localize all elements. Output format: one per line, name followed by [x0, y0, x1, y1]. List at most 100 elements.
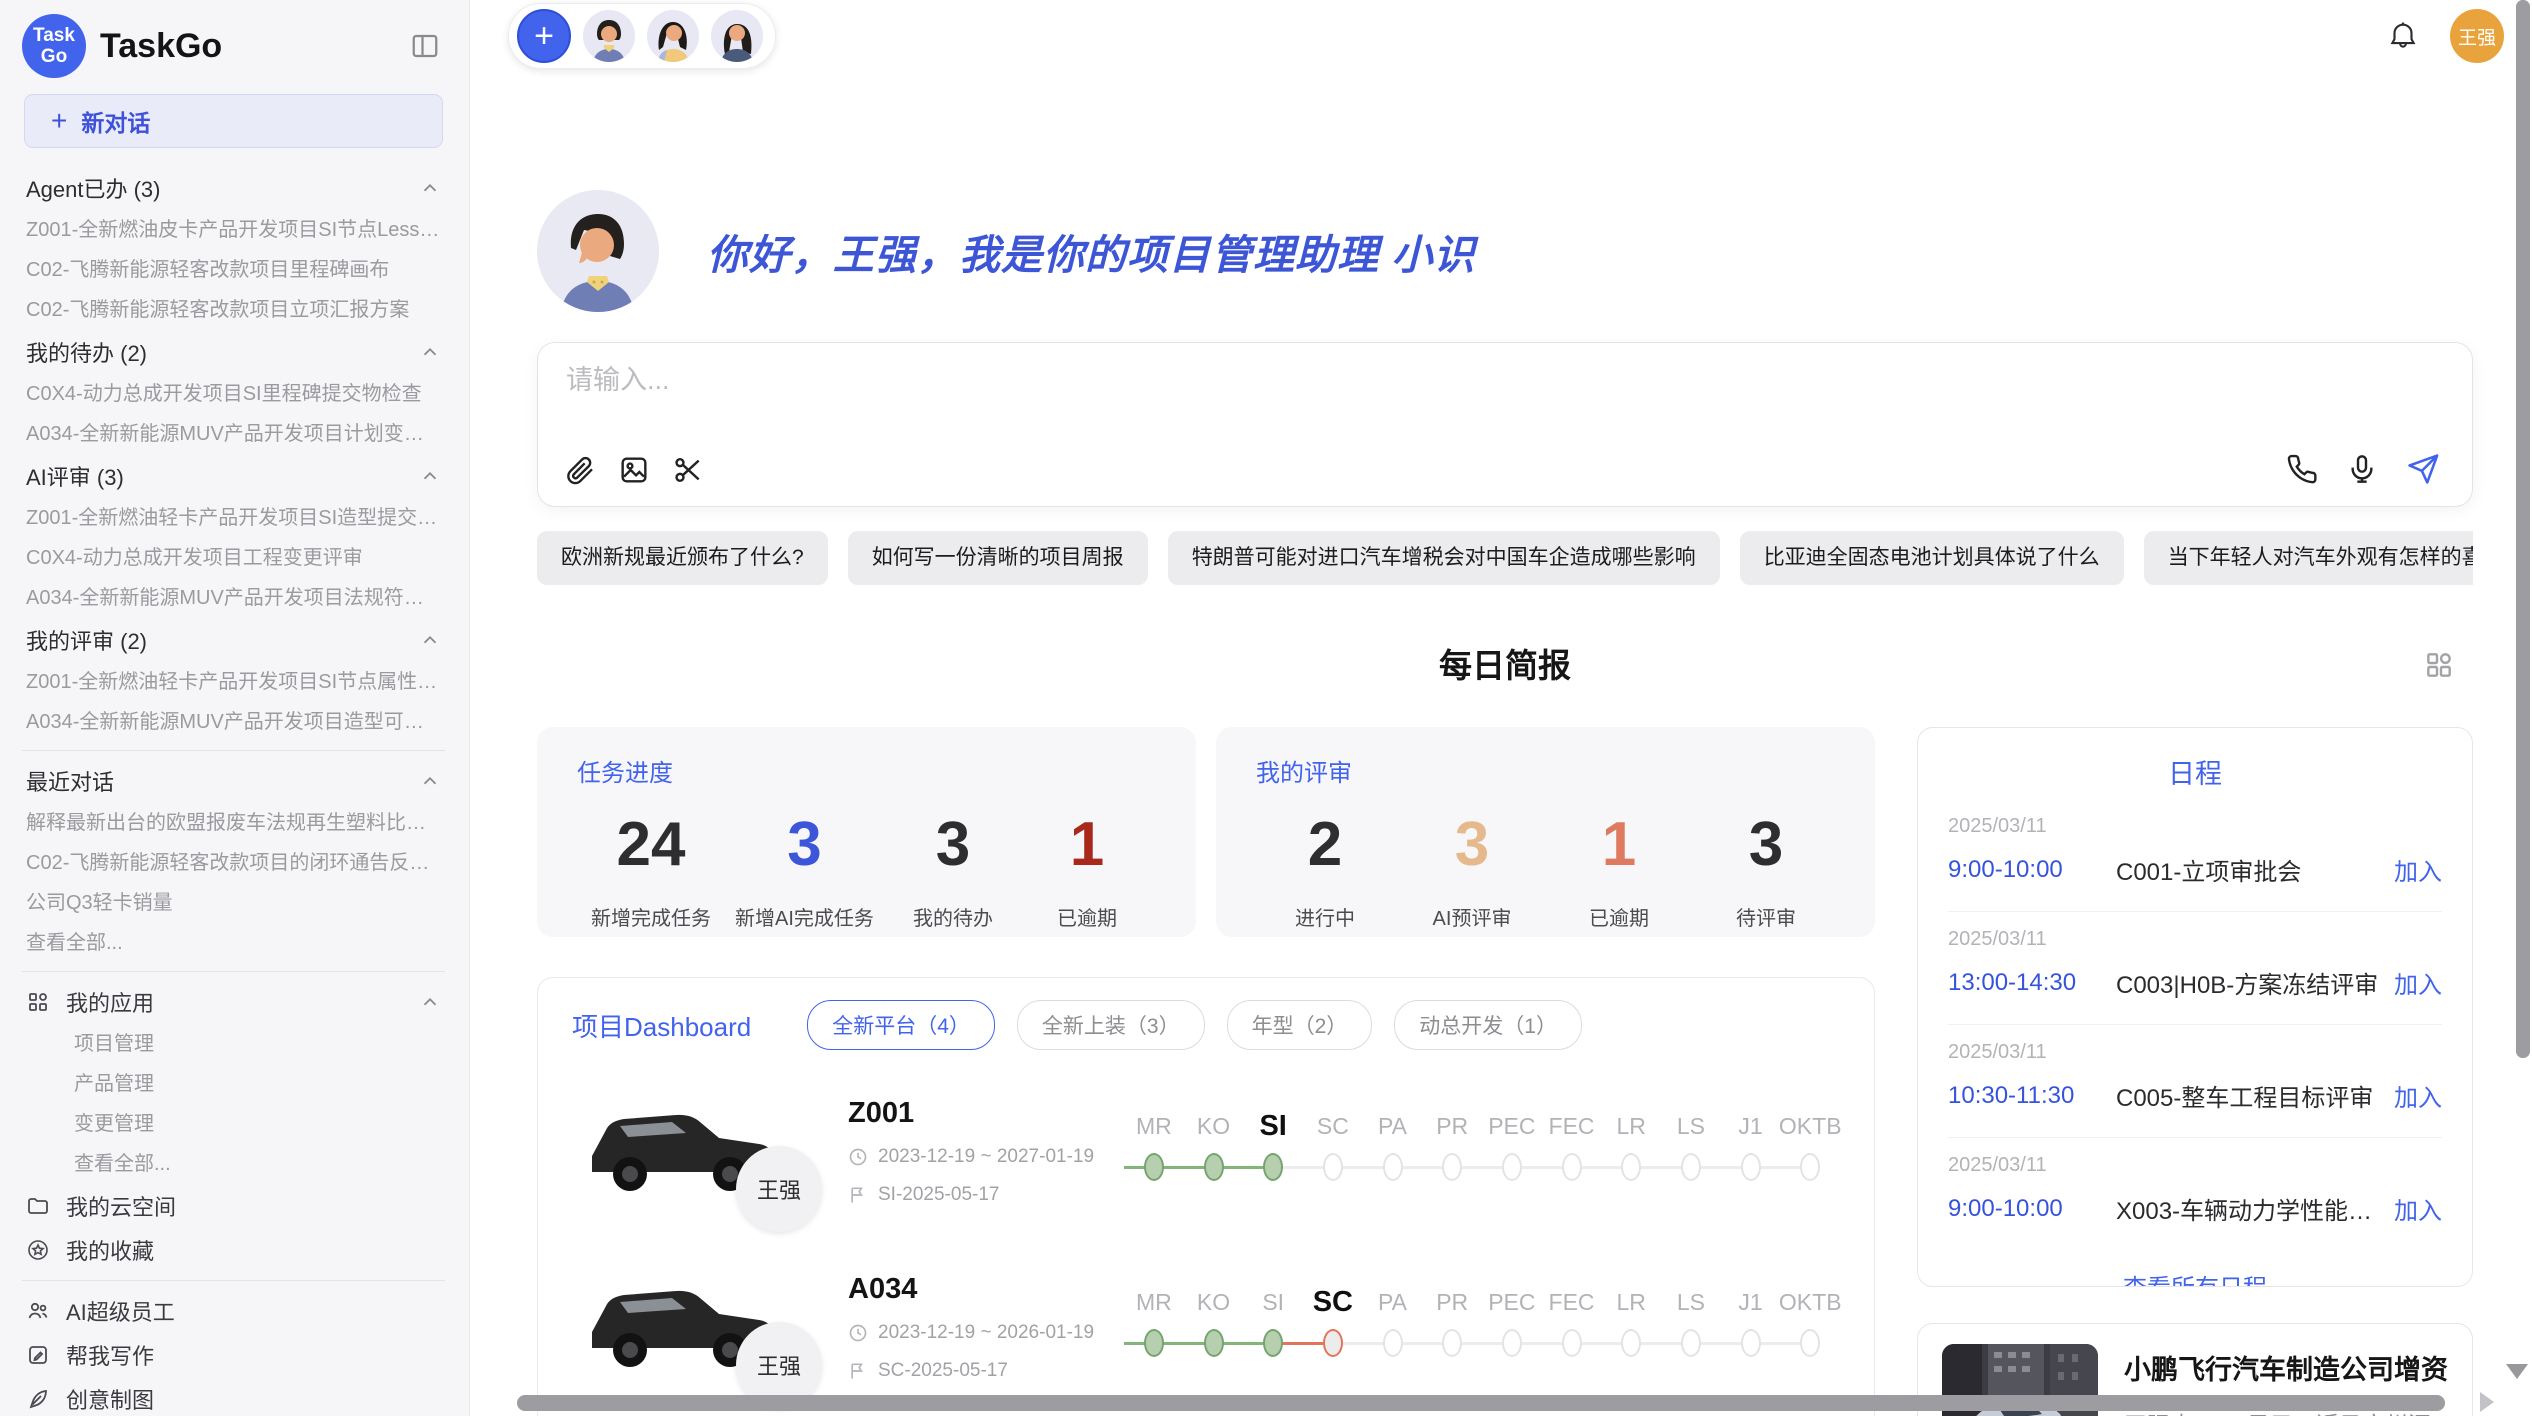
sidebar-item[interactable]: C0X4-动力总成开发项目工程变更评审 — [22, 538, 445, 578]
milestone-label: J1 — [1738, 1282, 1762, 1322]
horizontal-scrollbar-thumb[interactable] — [517, 1395, 2445, 1411]
recent-chats-view-all[interactable]: 查看全部... — [22, 923, 445, 963]
write-icon — [26, 1343, 50, 1367]
milestone-node — [1741, 1329, 1761, 1357]
sidebar-item[interactable]: A034-全新新能源MUV产品开发项目计划变更表编写 — [22, 414, 445, 454]
snippet-scissors-button[interactable] — [672, 454, 704, 486]
sidebar-collapse-button[interactable] — [405, 26, 445, 66]
suggestion-chip[interactable]: 当下年轻人对汽车外观有怎样的喜好趋势 — [2144, 531, 2473, 585]
sidebar-item[interactable]: A034-全新新能源MUV产品开发项目造型可行性评审 — [22, 702, 445, 742]
project-code: A034 — [848, 1273, 1116, 1306]
section-header-my-todo[interactable]: 我的待办 (2) — [22, 330, 445, 374]
tab-model-year[interactable]: 年型（2） — [1227, 1000, 1373, 1050]
layout-grid-button[interactable] — [2423, 649, 2455, 686]
schedule-event-title: C003|H0B-方案冻结评审 — [2116, 965, 2380, 1000]
sidebar-item[interactable]: Z001-全新燃油皮卡产品开发项目SI节点Lesson Learn报告 — [22, 210, 445, 250]
new-chat-label: 新对话 — [81, 104, 150, 138]
join-meeting-link[interactable]: 加入 — [2394, 965, 2442, 1000]
sidebar-item-my-apps[interactable]: 我的应用 — [22, 980, 445, 1024]
app-item-product-mgmt[interactable]: 产品管理 — [22, 1064, 445, 1104]
add-session-button[interactable]: + — [517, 9, 571, 63]
recent-chat-item[interactable]: 公司Q3轻卡销量 — [22, 883, 445, 923]
section-header-agent-done[interactable]: Agent已办 (3) — [22, 166, 445, 210]
user-avatar[interactable]: 王强 — [2450, 9, 2504, 63]
scissors-icon — [672, 454, 704, 486]
schedule-date: 2025/03/11 — [1948, 1041, 2442, 1064]
suggestion-chip[interactable]: 如何写一份清晰的项目周报 — [848, 531, 1148, 585]
apps-view-all[interactable]: 查看全部... — [22, 1144, 445, 1184]
schedule-event-title: C005-整车工程目标评审 — [2116, 1078, 2380, 1113]
new-chat-button[interactable]: + 新对话 — [24, 94, 443, 148]
milestone-node — [1741, 1153, 1761, 1181]
suggestion-chip[interactable]: 欧洲新规最近颁布了什么? — [537, 531, 828, 585]
tab-powertrain[interactable]: 动总开发（1） — [1394, 1000, 1582, 1050]
milestone-node — [1621, 1153, 1641, 1181]
sidebar-item[interactable]: C02-飞腾新能源轻客改款项目立项汇报方案 — [22, 290, 445, 330]
join-meeting-link[interactable]: 加入 — [2394, 1191, 2442, 1226]
schedule-time: 10:30-11:30 — [1948, 1082, 2116, 1110]
tab-new-body[interactable]: 全新上装（3） — [1017, 1000, 1205, 1050]
milestone-label: FEC — [1549, 1106, 1595, 1146]
project-row-z001[interactable]: 王强 Z001 2023-12-19 ~ 2027-01-19 — [572, 1076, 1840, 1226]
app-root: Task Go TaskGo + 新对话 Agent已办 (3) Z001-全新… — [0, 0, 2532, 1416]
grid-layout-icon — [2423, 649, 2455, 681]
sidebar-item[interactable]: Z001-全新燃油轻卡产品开发项目SI造型提交物评审 — [22, 498, 445, 538]
stat-overdue: 1已逾期 — [1032, 810, 1142, 931]
insert-image-button[interactable] — [618, 454, 650, 486]
sidebar-item-favorites[interactable]: 我的收藏 — [22, 1228, 445, 1272]
schedule-item: 2025/03/11 9:00-10:00 C001-立项审批会 加入 — [1948, 799, 2442, 911]
avatar[interactable] — [647, 10, 699, 62]
chevron-up-icon — [419, 177, 441, 199]
sidebar-item[interactable]: A034-全新新能源MUV产品开发项目法规符合性评审 — [22, 578, 445, 618]
milestone-node — [1204, 1153, 1224, 1181]
section-header-recent-chats[interactable]: 最近对话 — [22, 759, 445, 803]
chat-input[interactable] — [566, 365, 2444, 396]
view-all-schedule-link[interactable]: 查看所有日程 — [1948, 1250, 2442, 1287]
vertical-scrollbar-thumb[interactable] — [2516, 0, 2530, 1058]
person-avatar-2 — [647, 10, 699, 62]
sidebar-item-cloud-space[interactable]: 我的云空间 — [22, 1184, 445, 1228]
project-row-a034[interactable]: 王强 A034 2023-12-19 ~ 2026-01-19 — [572, 1252, 1840, 1402]
attach-file-button[interactable] — [564, 454, 596, 486]
section-header-ai-review[interactable]: AI评审 (3) — [22, 454, 445, 498]
milestone-label: PA — [1378, 1282, 1407, 1322]
schedule-title: 日程 — [1948, 752, 2442, 791]
flag-icon — [848, 1361, 868, 1381]
sidebar-item[interactable]: C0X4-动力总成开发项目SI里程碑提交物检查 — [22, 374, 445, 414]
suggestion-chip[interactable]: 比亚迪全固态电池计划具体说了什么 — [1740, 531, 2124, 585]
card-title: 我的评审 — [1256, 753, 1835, 788]
milestone-node — [1800, 1329, 1820, 1357]
scroll-down-arrow[interactable] — [2506, 1364, 2528, 1379]
join-meeting-link[interactable]: 加入 — [2394, 1078, 2442, 1113]
panel-layout-icon — [410, 31, 440, 61]
join-meeting-link[interactable]: 加入 — [2394, 852, 2442, 887]
sidebar-item-creative-drawing[interactable]: 创意制图 — [22, 1377, 445, 1416]
milestone-label: MR — [1136, 1282, 1172, 1322]
microphone-button[interactable] — [2346, 453, 2378, 485]
section-header-my-review[interactable]: 我的评审 (2) — [22, 618, 445, 662]
voice-call-button[interactable] — [2286, 453, 2318, 485]
sidebar-item[interactable]: C02-飞腾新能源轻客改款项目里程碑画布 — [22, 250, 445, 290]
sidebar-item-ai-super-staff[interactable]: AI超级员工 — [22, 1289, 445, 1333]
suggestion-chip[interactable]: 特朗普可能对进口汽车增税会对中国车企造成哪些影响 — [1168, 531, 1720, 585]
notification-bell-button[interactable] — [2386, 19, 2420, 53]
schedule-date: 2025/03/11 — [1948, 928, 2442, 951]
avatar[interactable] — [711, 10, 763, 62]
milestone-timeline: MRKOSISCPAPRPECFECLRLSJ1OKTB — [1124, 1282, 1840, 1364]
daily-brief-title: 每日简报 — [537, 643, 2473, 689]
app-item-project-mgmt[interactable]: 项目管理 — [22, 1024, 445, 1064]
send-button[interactable] — [2406, 452, 2440, 486]
recent-chat-item[interactable]: C02-飞腾新能源轻客改款项目的闭环通告反馈情况 — [22, 843, 445, 883]
avatar[interactable] — [583, 10, 635, 62]
recent-chat-item[interactable]: 解释最新出台的欧盟报废车法规再生塑料比例被调至15%... — [22, 803, 445, 843]
milestone-label: PEC — [1488, 1106, 1535, 1146]
tab-new-platform[interactable]: 全新平台（4） — [807, 1000, 995, 1050]
schedule-time: 13:00-14:30 — [1948, 969, 2116, 997]
app-item-change-mgmt[interactable]: 变更管理 — [22, 1104, 445, 1144]
scroll-right-arrow[interactable] — [2480, 1392, 2494, 1412]
sidebar-item-help-me-write[interactable]: 帮我写作 — [22, 1333, 445, 1377]
milestone-node — [1204, 1329, 1224, 1357]
sidebar-item[interactable]: Z001-全新燃油轻卡产品开发项目SI节点属性5D文件评审 — [22, 662, 445, 702]
divider — [22, 750, 445, 751]
milestone-node — [1323, 1329, 1343, 1357]
